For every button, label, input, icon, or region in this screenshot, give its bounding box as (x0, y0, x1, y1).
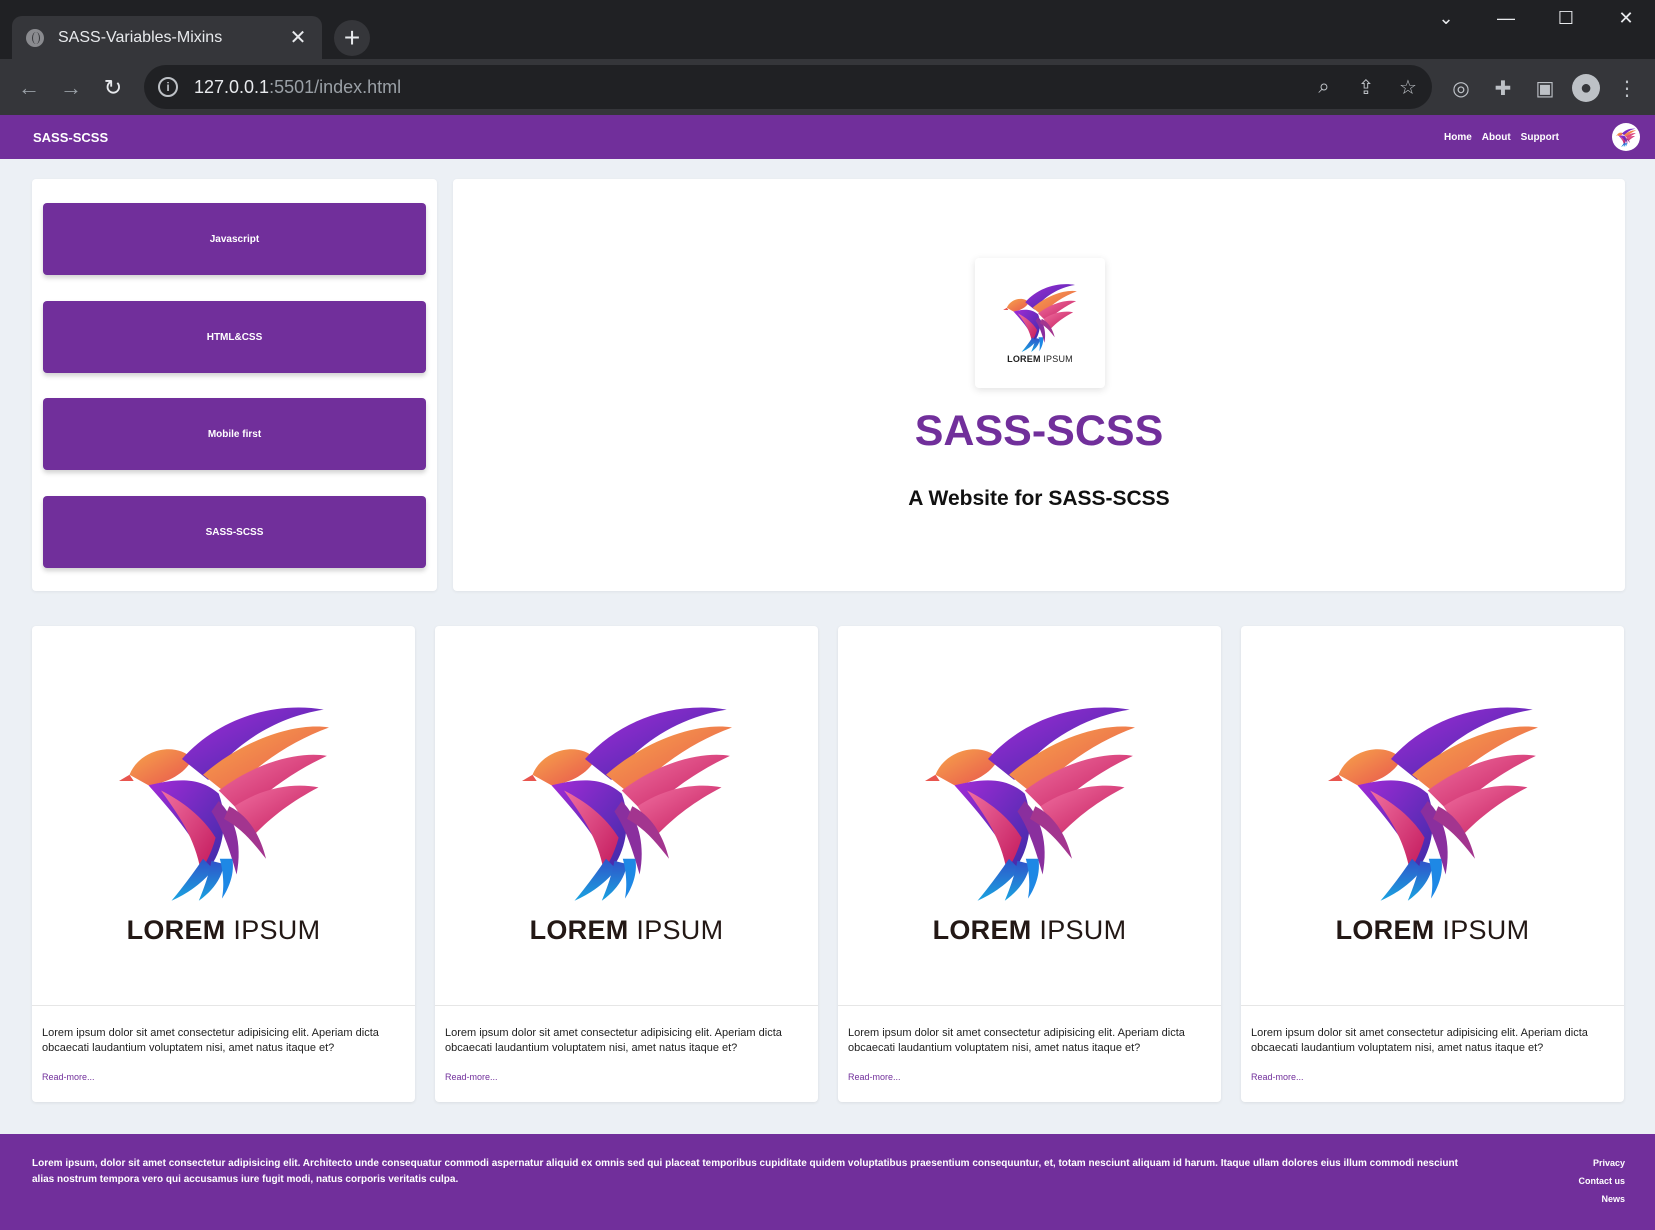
footer-link-privacy[interactable]: Privacy (1593, 1156, 1625, 1170)
read-more-link[interactable]: Read-more... (445, 1072, 498, 1082)
hero-subtitle: A Website for SASS-SCSS (908, 487, 1170, 510)
nav-about-link[interactable]: About (1482, 132, 1511, 143)
close-window-button[interactable]: ✕ (1596, 0, 1655, 36)
card-image: LOREM IPSUM (838, 626, 1221, 1006)
card-image: LOREM IPSUM (1241, 626, 1624, 1006)
footer-link-news[interactable]: News (1601, 1192, 1625, 1206)
card-logo-text: LOREM IPSUM (126, 915, 321, 945)
site-brand[interactable]: SASS-SCSS (33, 130, 108, 145)
tab-title: SASS-Variables-Mixins (58, 28, 223, 46)
main-nav: Home About Support (1444, 115, 1559, 159)
site-info-icon[interactable]: i (158, 77, 178, 97)
menu-kebab-icon[interactable]: ⋮ (1614, 75, 1640, 101)
card-text: Lorem ipsum dolor sit amet consectetur a… (848, 1027, 1185, 1054)
browser-tab-bar: SASS-Variables-Mixins ✕ + ⌄ — ☐ ✕ (0, 0, 1655, 59)
tab-search-icon[interactable]: ⌄ (1416, 0, 1476, 36)
hero-panel: LOREM IPSUM SASS-SCSS A Website for SASS… (453, 179, 1625, 591)
card: LOREM IPSUM Lorem ipsum dolor sit amet c… (435, 626, 818, 1102)
footer-links: Privacy Contact us News (1578, 1156, 1625, 1206)
nav-support-link[interactable]: Support (1521, 132, 1559, 143)
bird-logo-icon (119, 701, 329, 901)
bird-logo-icon (1328, 701, 1538, 901)
back-arrow-icon[interactable]: ← (12, 71, 46, 105)
extensions-puzzle-icon[interactable]: ✚ (1490, 75, 1516, 101)
card-logo-text: LOREM IPSUM (932, 915, 1127, 945)
card-logo-text: LOREM IPSUM (529, 915, 724, 945)
sidebar-button-javascript[interactable]: Javascript (43, 203, 426, 275)
sidebar: Javascript HTML&CSS Mobile first SASS-SC… (32, 179, 437, 591)
globe-icon (26, 28, 44, 47)
read-more-link[interactable]: Read-more... (42, 1072, 95, 1082)
footer-text: Lorem ipsum, dolor sit amet consectetur … (32, 1158, 1458, 1185)
sidebar-button-sass-scss[interactable]: SASS-SCSS (43, 496, 426, 568)
card-text: Lorem ipsum dolor sit amet consectetur a… (445, 1027, 782, 1054)
side-panel-icon[interactable]: ▣ (1532, 75, 1558, 101)
address-bar[interactable]: i 127.0.0.1:5501/index.html ⌕ ⇪ ☆ (144, 65, 1432, 109)
card: LOREM IPSUM Lorem ipsum dolor sit amet c… (1241, 626, 1624, 1102)
hero-logo-text: LOREM IPSUM (1007, 354, 1073, 364)
card-image: LOREM IPSUM (32, 626, 415, 1006)
hero-logo: LOREM IPSUM (975, 258, 1105, 388)
card-logo-text: LOREM IPSUM (1335, 915, 1530, 945)
bird-logo-icon (925, 701, 1135, 901)
browser-toolbar: ← → ↻ i 127.0.0.1:5501/index.html ⌕ ⇪ ☆ … (0, 59, 1655, 115)
site-footer: Lorem ipsum, dolor sit amet consectetur … (0, 1134, 1655, 1230)
share-icon[interactable]: ⇪ (1354, 75, 1378, 99)
card: LOREM IPSUM Lorem ipsum dolor sit amet c… (32, 626, 415, 1102)
site-header: SASS-SCSS Home About Support (0, 115, 1655, 159)
profile-avatar-icon[interactable]: ● (1572, 74, 1600, 102)
card-text: Lorem ipsum dolor sit amet consectetur a… (1251, 1027, 1588, 1054)
extension-target-icon[interactable]: ◎ (1448, 75, 1474, 101)
card-text: Lorem ipsum dolor sit amet consectetur a… (42, 1027, 379, 1054)
maximize-button[interactable]: ☐ (1536, 0, 1596, 36)
read-more-link[interactable]: Read-more... (1251, 1072, 1304, 1082)
browser-tab[interactable]: SASS-Variables-Mixins ✕ (12, 16, 322, 59)
card-image: LOREM IPSUM (435, 626, 818, 1006)
user-avatar[interactable] (1612, 123, 1640, 151)
bird-logo-icon (1003, 282, 1077, 352)
bird-logo-icon (1616, 128, 1636, 147)
minimize-button[interactable]: — (1476, 0, 1536, 36)
new-tab-button[interactable]: + (334, 20, 370, 56)
bird-logo-icon (522, 701, 732, 901)
sidebar-button-html-css[interactable]: HTML&CSS (43, 301, 426, 373)
hero-title: SASS-SCSS (914, 407, 1164, 455)
footer-link-contact[interactable]: Contact us (1578, 1174, 1625, 1188)
read-more-link[interactable]: Read-more... (848, 1072, 901, 1082)
card: LOREM IPSUM Lorem ipsum dolor sit amet c… (838, 626, 1221, 1102)
reload-icon[interactable]: ↻ (96, 71, 130, 105)
sidebar-button-mobile-first[interactable]: Mobile first (43, 398, 426, 470)
forward-arrow-icon[interactable]: → (54, 71, 88, 105)
nav-home-link[interactable]: Home (1444, 132, 1472, 143)
close-tab-icon[interactable]: ✕ (288, 25, 308, 50)
zoom-out-icon[interactable]: ⌕ (1312, 75, 1336, 99)
bookmark-star-icon[interactable]: ☆ (1396, 75, 1420, 99)
url-text: 127.0.0.1:5501/index.html (194, 76, 402, 97)
